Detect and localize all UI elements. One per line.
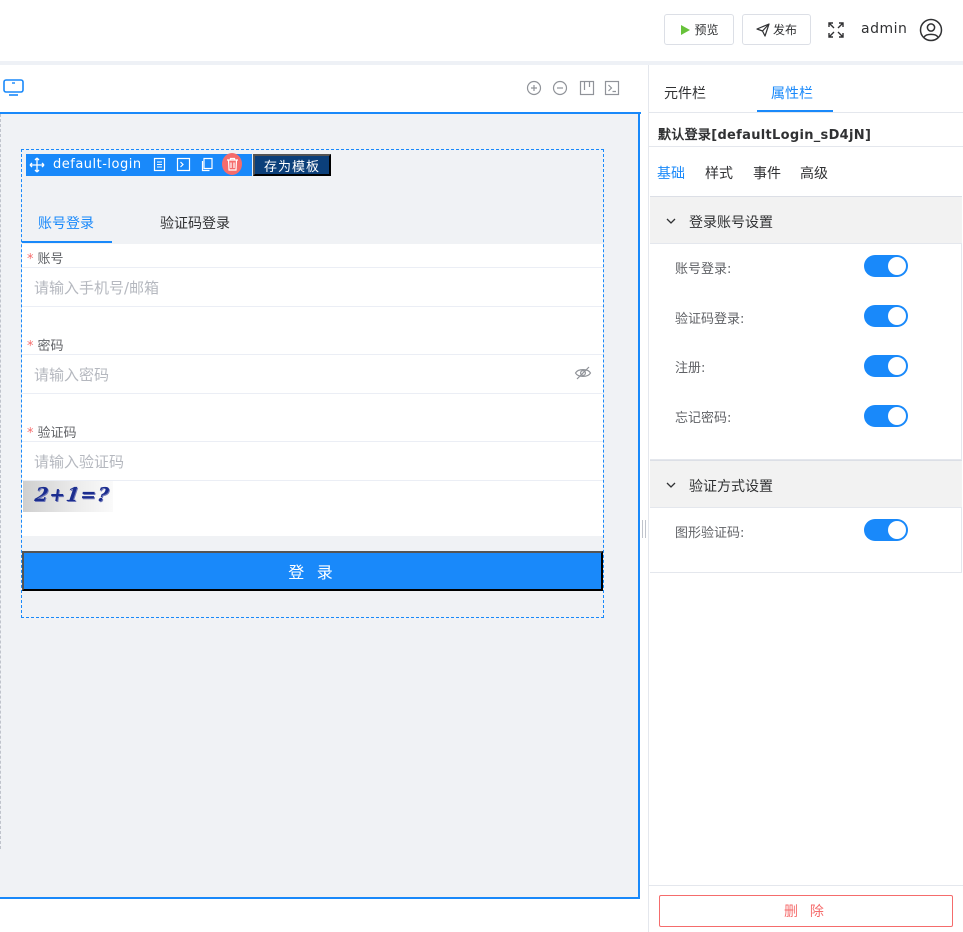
zoom-in-icon[interactable] [526,80,542,96]
password-label-text: 密码 [37,339,64,354]
tab-active-indicator [22,241,112,243]
preview-label: 预览 [694,23,719,37]
canvas-guide-line [0,114,1,849]
tab-code-login[interactable]: 验证码登录 [160,213,230,233]
fullscreen-icon[interactable] [827,21,845,39]
chevron-down-icon [666,482,676,488]
component-name: default-login [53,157,142,172]
zoom-out-icon[interactable] [552,80,568,96]
document-icon[interactable] [152,157,167,172]
layout-icon[interactable] [579,80,595,96]
image-captcha-switch[interactable] [864,519,908,541]
publish-button[interactable]: 发布 [742,14,811,45]
setting-account-login-label: 账号登录: [675,262,732,277]
canvas-toolbar [0,65,641,112]
user-name[interactable]: admin [861,21,907,37]
login-tab-bar [22,199,603,244]
subtab-advanced[interactable]: 高级 [800,163,828,183]
selected-component-title: 默认登录[defaultLogin_sD4jN] [658,128,872,143]
captcha-image[interactable]: 2+1=? [23,481,113,512]
required-mark: * [27,426,34,441]
subtab-basic[interactable]: 基础 [657,163,685,183]
password-label: * 密码 [27,335,64,354]
account-placeholder: 请输入手机号/邮箱 [34,278,160,297]
code-terminal-icon[interactable] [604,80,620,96]
send-icon [756,22,770,37]
password-input[interactable]: 请输入密码 [22,354,603,394]
delete-component-button[interactable] [222,153,242,175]
canvas-footer [0,899,648,932]
tab-properties[interactable]: 属性栏 [771,83,813,103]
setting-forgot-password-label: 忘记密码: [675,411,732,426]
section-title: 登录账号设置 [689,215,773,231]
captcha-placeholder: 请输入验证码 [34,452,125,471]
forgot-password-switch[interactable] [864,405,908,427]
tab-components[interactable]: 元件栏 [664,83,706,103]
top-header [0,0,963,61]
password-placeholder: 请输入密码 [34,365,110,384]
captcha-label-text: 验证码 [37,426,77,441]
component-action-bar: default-login [26,154,252,176]
panel-resize-handle[interactable] [642,520,646,538]
title-divider [649,146,963,147]
captcha-text: 2+1=? [33,484,111,506]
required-mark: * [27,339,34,354]
account-login-switch[interactable] [864,255,908,277]
save-as-template-button[interactable]: 存为模板 [253,154,331,176]
setting-register-label: 注册: [675,361,706,376]
setting-image-captcha-label: 图形验证码: [675,526,745,541]
section-login-account[interactable]: 登录账号设置 [650,196,962,244]
tab-account-login[interactable]: 账号登录 [38,213,94,233]
canvas-border-top [0,112,641,114]
subtab-style[interactable]: 样式 [705,163,733,183]
captcha-input[interactable]: 请输入验证码 [22,441,603,481]
copy-icon[interactable] [200,157,215,172]
footer-divider [649,885,963,886]
login-button[interactable]: 登 录 [22,551,603,591]
code-login-switch[interactable] [864,305,908,327]
canvas-border-right [638,112,640,899]
login-button-spacer [22,536,603,551]
chevron-down-icon [666,218,676,224]
delete-button[interactable]: 删 除 [659,895,953,927]
desktop-device-icon[interactable] [3,79,24,96]
account-input[interactable]: 请输入手机号/邮箱 [22,267,603,307]
drag-move-icon[interactable] [29,157,45,173]
eye-off-icon[interactable] [574,365,592,381]
preview-button[interactable]: 预览 [664,14,734,45]
trash-icon [226,157,238,171]
required-mark: * [27,252,34,267]
setting-code-login-label: 验证码登录: [675,312,745,327]
play-icon [681,24,691,35]
section-title: 验证方式设置 [689,479,773,495]
account-label: * 账号 [27,248,64,267]
user-avatar-icon[interactable] [919,18,943,42]
publish-label: 发布 [772,23,797,37]
captcha-label: * 验证码 [27,422,77,441]
code-icon[interactable] [176,157,191,172]
subtab-events[interactable]: 事件 [753,163,781,183]
panel-tab-divider [649,112,963,113]
register-switch[interactable] [864,355,908,377]
account-label-text: 账号 [37,252,64,267]
section-verification[interactable]: 验证方式设置 [650,460,962,508]
